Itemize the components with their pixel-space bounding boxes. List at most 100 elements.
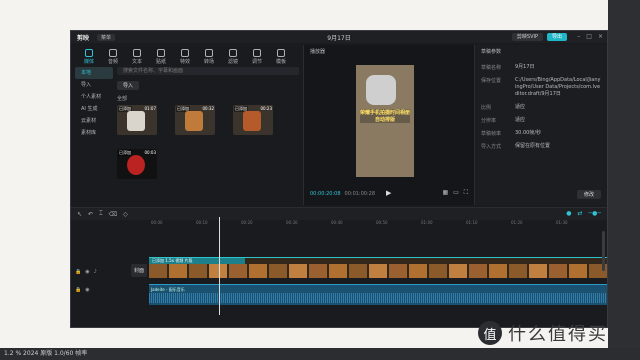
video-frame — [329, 264, 347, 278]
select-icon[interactable]: ↖ — [77, 211, 82, 218]
video-frame — [309, 264, 327, 278]
mic-icon[interactable]: ● — [566, 210, 571, 217]
link-icon[interactable]: ⇄ — [578, 210, 583, 217]
media-clip[interactable]: 已添加 00:03 — [117, 149, 157, 179]
mirror-icon[interactable]: ◇ — [123, 211, 128, 218]
template-icon — [277, 49, 285, 57]
tab-text[interactable]: 文本 — [125, 49, 149, 65]
video-frame — [209, 264, 227, 278]
grid-icon[interactable]: ▦ — [442, 189, 448, 197]
tab-transition[interactable]: 转场 — [197, 49, 221, 65]
import-button[interactable]: 导入 — [117, 81, 140, 90]
tab-effect[interactable]: 特效 — [173, 49, 197, 65]
nav-cloud[interactable]: 云素材 — [75, 115, 113, 127]
video-frame — [229, 264, 247, 278]
video-frame — [249, 264, 267, 278]
tab-adjust[interactable]: 调节 — [245, 49, 269, 65]
clip-thumbnail — [127, 155, 145, 175]
tab-sticker[interactable]: 贴纸 — [149, 49, 173, 65]
minimize-icon[interactable]: – — [577, 33, 580, 40]
video-frame — [149, 264, 167, 278]
player-title: 播放器 — [310, 49, 326, 55]
audio-track-clip[interactable]: Jadeite - 配乐音乐 — [149, 284, 607, 305]
watermark: 值 什么值得买 — [478, 318, 628, 348]
media-side-nav: 本地 导入 个人素材 AI 生成 云素材 素材库 — [75, 67, 113, 139]
watermark-text: 什么值得买 — [508, 324, 608, 345]
timeline-scrollbar[interactable] — [602, 231, 605, 271]
video-frame — [169, 264, 187, 278]
eye-icon[interactable]: ◉ — [85, 287, 89, 293]
split-icon[interactable]: ⌶ — [99, 210, 103, 218]
play-icon[interactable]: ▶ — [386, 189, 391, 197]
tab-template[interactable]: 模板 — [269, 49, 293, 65]
video-frame — [409, 264, 427, 278]
video-frame — [269, 264, 287, 278]
adjust-icon — [253, 49, 261, 57]
video-frame — [189, 264, 207, 278]
section-label: 全部 — [117, 96, 128, 102]
lock-icon[interactable]: 🔒 — [75, 287, 81, 293]
media-clip[interactable]: 已添加 00:32 — [175, 105, 215, 135]
tab-filter[interactable]: 滤镜 — [221, 49, 245, 65]
fullscreen-icon[interactable]: ⛶ — [464, 189, 468, 197]
svip-button[interactable]: 剪映SVIP — [511, 33, 543, 41]
cover-button[interactable]: 封面 — [131, 264, 148, 277]
transition-icon — [205, 49, 213, 57]
export-button[interactable]: 导出 — [546, 33, 567, 41]
video-frame — [349, 264, 367, 278]
delete-icon[interactable]: ⌫ — [109, 211, 117, 218]
watermark-logo: 值 — [478, 321, 502, 345]
nav-personal[interactable]: 个人素材 — [75, 91, 113, 103]
eye-icon[interactable]: ◉ — [85, 269, 89, 275]
media-panel: 搜索文件名称、字幕和画面 导入 全部 已添加 01:07 已添加 00:32 已添加… — [117, 67, 299, 205]
media-clip[interactable]: 已添加 00:23 — [233, 105, 273, 135]
maximize-icon[interactable]: □ — [586, 33, 592, 40]
lock-icon[interactable]: 🔒 — [75, 269, 81, 275]
right-side-panel — [608, 0, 640, 360]
audio-waveform — [149, 293, 607, 303]
tool-tabs: 媒体 音频 文本 贴纸 特效 转场 滤镜 调节 模板 — [71, 43, 301, 65]
clip-thumbnail — [243, 111, 261, 131]
video-frame — [389, 264, 407, 278]
media-clip[interactable]: 已添加 01:07 — [117, 105, 157, 135]
text-icon — [133, 49, 141, 57]
timeline-ruler: 00:00 00:10 00:20 00:30 00:40 00:50 01:0… — [151, 220, 568, 225]
ratio-icon[interactable]: ▭ — [453, 189, 459, 197]
properties-title: 草稿参数 — [481, 49, 502, 55]
tab-media[interactable]: 媒体 — [77, 49, 101, 65]
edit-button[interactable]: 修改 — [576, 190, 601, 199]
time-current: 00:00:20:08 — [310, 191, 341, 197]
undo-icon[interactable]: ↶ — [88, 211, 93, 218]
video-frame — [449, 264, 467, 278]
search-input[interactable]: 搜索文件名称、字幕和画面 — [117, 67, 299, 75]
project-title: 9月17日 — [327, 34, 351, 42]
preview-frame: 荣耀手机拍摄时间相册自动排版 — [356, 65, 414, 177]
clip-thumbnail — [127, 111, 145, 131]
title-bar: 剪映 菜单 9月17日 剪映SVIP 导出 – □ × — [71, 31, 607, 43]
zoom-slider[interactable]: ─●─ — [589, 210, 601, 217]
video-frame — [569, 264, 587, 278]
menu-button[interactable]: 菜单 — [97, 33, 116, 41]
filter-icon — [229, 49, 237, 57]
app-logo: 剪映 — [77, 34, 90, 42]
video-frame — [469, 264, 487, 278]
audio-icon — [109, 49, 117, 57]
media-icon — [85, 49, 93, 57]
os-status-bar: 1.2 % 2024 原版 1.0/60 帧率 — [0, 348, 640, 360]
phone-image — [366, 75, 396, 105]
preview-caption: 荣耀手机拍摄时间相册自动排版 — [360, 109, 411, 123]
video-frame — [549, 264, 567, 278]
nav-ai[interactable]: AI 生成 — [75, 103, 113, 115]
nav-library[interactable]: 素材库 — [75, 127, 113, 139]
nav-local[interactable]: 本地 — [75, 67, 113, 79]
nav-import[interactable]: 导入 — [75, 79, 113, 91]
video-frame — [369, 264, 387, 278]
tab-audio[interactable]: 音频 — [101, 49, 125, 65]
jianying-window: 剪映 菜单 9月17日 剪映SVIP 导出 – □ × 媒体 音频 文本 贴纸 … — [70, 30, 608, 328]
video-track-clip[interactable]: 已添加 1.5x 视频 片段 — [149, 257, 607, 278]
playhead[interactable] — [219, 217, 220, 315]
close-icon[interactable]: × — [598, 33, 603, 40]
audio-mute-icon[interactable]: ♪ — [94, 269, 97, 275]
video-frame — [509, 264, 527, 278]
time-total: 00:01:00:28 — [344, 191, 376, 197]
